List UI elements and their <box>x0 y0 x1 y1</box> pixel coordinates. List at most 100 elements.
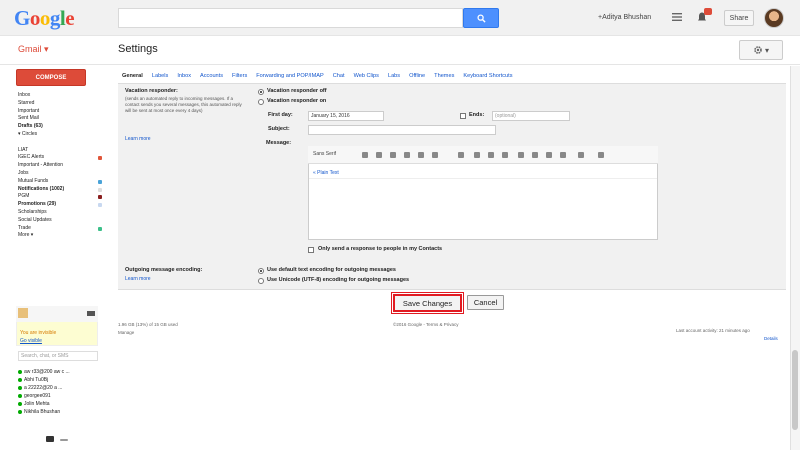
label-color-swatch[interactable] <box>98 179 102 184</box>
chat-contact[interactable]: aw r33@200 aw c ... <box>18 368 108 376</box>
sidebar-item[interactable]: Inbox <box>18 92 108 100</box>
subject-input[interactable] <box>308 125 496 135</box>
logo-letter: o <box>29 6 41 30</box>
numbered-list-icon[interactable] <box>518 152 524 158</box>
person-icon[interactable] <box>46 436 54 442</box>
sidebar-item[interactable]: IGEC Alerts <box>18 154 108 162</box>
chat-bubble-icon[interactable] <box>60 439 68 441</box>
plain-text-link[interactable]: « Plain Text <box>313 170 339 176</box>
sidebar-item[interactable]: Mutual Funds <box>18 178 108 186</box>
encoding-learn-more-link[interactable]: Learn more <box>125 276 151 282</box>
video-camera-icon[interactable] <box>87 311 95 316</box>
sidebar-item[interactable]: Social Updates <box>18 217 108 225</box>
ends-input[interactable]: (optional) <box>492 111 570 121</box>
font-family-select[interactable]: Sans Serif <box>313 151 336 158</box>
settings-tab[interactable]: Labels <box>152 71 168 81</box>
remove-format-icon[interactable] <box>598 152 604 158</box>
font-color-icon[interactable] <box>432 152 438 158</box>
sidebar-item-label: Sent Mail <box>18 115 39 122</box>
sidebar-item[interactable]: Sent Mail <box>18 115 108 123</box>
chat-contact[interactable]: Nikhila Bhushan <box>18 408 108 416</box>
text-color-icon[interactable] <box>376 152 382 158</box>
settings-tab[interactable]: Inbox <box>177 71 191 81</box>
quote-icon[interactable] <box>578 152 584 158</box>
sidebar-item[interactable]: Starred <box>18 100 108 108</box>
sidebar-item[interactable]: ▾ Circles <box>18 131 108 139</box>
chat-user-avatar[interactable] <box>18 308 28 318</box>
link-icon[interactable] <box>458 152 464 158</box>
sidebar-item-label: Jobs <box>18 169 29 176</box>
save-changes-button[interactable]: Save Changes <box>391 292 464 314</box>
italic-icon[interactable] <box>404 152 410 158</box>
compose-button[interactable]: COMPOSE <box>16 69 86 86</box>
indent-less-icon[interactable] <box>546 152 552 158</box>
chat-contact[interactable]: Abhi Tu0Bj <box>18 376 108 384</box>
message-label: Message: <box>266 140 292 146</box>
sidebar-item[interactable]: Important - Attention <box>18 162 108 170</box>
message-body-input[interactable] <box>309 178 657 239</box>
search-button[interactable] <box>463 8 499 28</box>
encoding-default-radio[interactable] <box>258 268 264 274</box>
gmail-menu-label[interactable]: Gmail ▾ <box>18 44 49 54</box>
sidebar-item-label: Scholarships <box>18 208 47 215</box>
sidebar-item[interactable] <box>18 139 108 147</box>
settings-tab[interactable]: Keyboard Shortcuts <box>463 71 512 81</box>
settings-tab[interactable]: Chat <box>333 71 345 81</box>
chat-contact[interactable]: Jolin Mehta <box>18 400 108 408</box>
sidebar-item[interactable]: Promotions (29) <box>18 201 108 209</box>
label-color-swatch[interactable] <box>98 195 102 200</box>
label-color-swatch[interactable] <box>98 226 102 231</box>
sidebar-item[interactable]: More ▾ <box>18 232 108 240</box>
chat-search-input[interactable]: Search, chat, or SMS <box>18 351 98 361</box>
encoding-unicode-radio[interactable] <box>258 278 264 284</box>
emoji-icon[interactable] <box>488 152 494 158</box>
settings-tab[interactable]: Filters <box>232 71 247 81</box>
activity-details-link[interactable]: Details <box>764 336 778 342</box>
sidebar-item[interactable]: PGM <box>18 193 108 201</box>
sidebar-item[interactable]: Notifications (1002) <box>18 186 108 194</box>
ends-checkbox[interactable] <box>460 113 466 119</box>
settings-tab[interactable]: Forwarding and POP/IMAP <box>256 71 323 81</box>
google-logo[interactable]: Google <box>14 6 75 30</box>
indent-more-icon[interactable] <box>560 152 566 158</box>
sidebar-item[interactable]: Drafts (63) <box>18 123 108 131</box>
apps-grid-icon[interactable] <box>671 11 683 23</box>
vacation-learn-more-link[interactable]: Learn more <box>125 136 151 142</box>
vacation-on-radio[interactable] <box>258 99 264 105</box>
bullet-list-icon[interactable] <box>532 152 538 158</box>
settings-tab[interactable]: Themes <box>434 71 454 81</box>
image-icon[interactable] <box>474 152 480 158</box>
settings-tab[interactable]: Offline <box>409 71 425 81</box>
chat-contact[interactable]: a 22222@20 a ... <box>18 384 108 392</box>
vacation-off-radio[interactable] <box>258 89 264 95</box>
share-button[interactable]: Share <box>724 10 754 26</box>
scrollbar-thumb[interactable] <box>792 350 798 430</box>
align-icon[interactable] <box>502 152 508 158</box>
settings-tab[interactable]: Accounts <box>200 71 223 81</box>
contacts-only-checkbox[interactable] <box>308 247 314 253</box>
settings-tab[interactable]: Labs <box>388 71 400 81</box>
cancel-button[interactable]: Cancel <box>467 295 504 310</box>
sidebar-item[interactable]: Scholarships <box>18 209 108 217</box>
label-color-swatch[interactable] <box>98 156 102 161</box>
chat-contact[interactable]: georgee091 <box>18 392 108 400</box>
account-avatar[interactable] <box>764 8 784 28</box>
font-size-icon[interactable] <box>362 152 368 158</box>
underline-icon[interactable] <box>418 152 424 158</box>
label-color-swatch[interactable] <box>98 203 102 208</box>
bold-icon[interactable] <box>390 152 396 158</box>
sidebar-item[interactable]: LIAT <box>18 147 108 155</box>
settings-tab[interactable]: General <box>122 71 143 81</box>
sidebar-item[interactable]: Important <box>18 108 108 116</box>
settings-tab[interactable]: Web Clips <box>354 71 379 81</box>
sidebar-item[interactable]: Jobs <box>18 170 108 178</box>
user-name-link[interactable]: +Aditya Bhushan <box>598 14 651 22</box>
first-day-input[interactable]: January 15, 2016 <box>308 111 384 121</box>
sidebar-item[interactable]: Trade <box>18 225 108 233</box>
go-visible-link[interactable]: Go visible <box>20 338 42 344</box>
label-color-swatch[interactable] <box>98 187 102 192</box>
settings-gear-button[interactable]: ▾ <box>739 40 783 60</box>
gmail-settings-page: Google +Aditya Bhushan Share Gmail ▾ Set… <box>0 0 800 450</box>
manage-storage-link[interactable]: Manage <box>118 330 134 336</box>
search-input[interactable] <box>118 8 463 28</box>
